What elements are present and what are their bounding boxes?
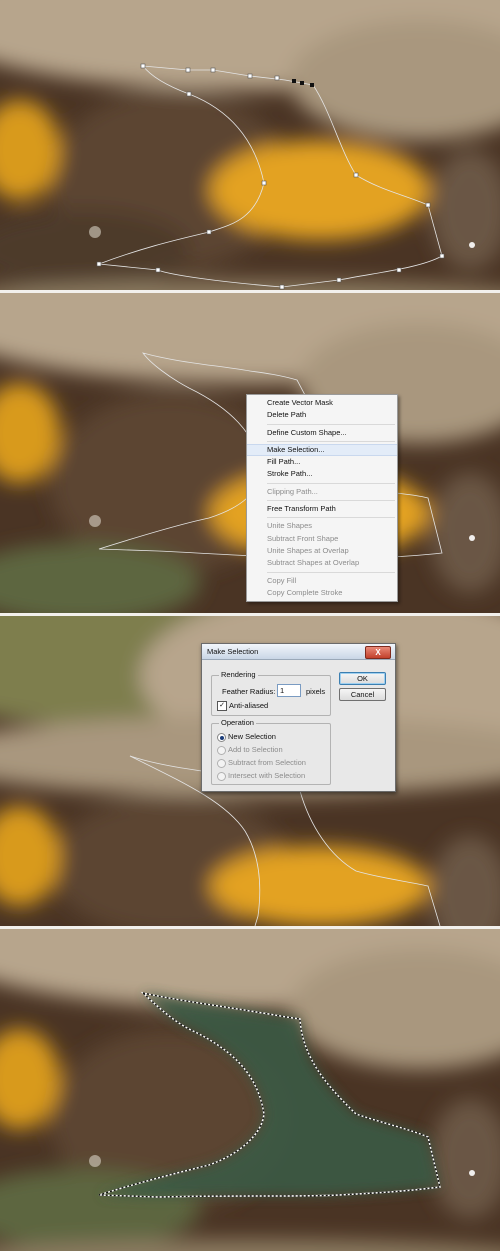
dialog-title: Make Selection [207, 647, 259, 656]
feather-radius-input[interactable]: 1 [277, 684, 301, 697]
feather-radius-label: Feather Radius: [222, 687, 276, 696]
panel-make-selection-dialog: Make Selection X Rendering Feather Radiu… [0, 616, 500, 926]
radio-icon [217, 746, 226, 755]
radio-label: Add to Selection [228, 745, 283, 754]
menu-separator [267, 482, 395, 484]
menu-separator [267, 500, 395, 502]
menu-item-unite-shapes[interactable]: Unite Shapes [247, 520, 397, 532]
menu-item-clipping-path[interactable]: Clipping Path... [247, 486, 397, 498]
radio-label: Subtract from Selection [228, 758, 306, 767]
dialog-title-bar[interactable]: Make Selection X [202, 644, 395, 660]
operation-group: Operation New Selection Add to Selection… [211, 718, 331, 785]
menu-item-unite-shapes-at-overlap[interactable]: Unite Shapes at Overlap [247, 545, 397, 557]
menu-item-fill-path[interactable]: Fill Path... [247, 456, 397, 468]
close-button[interactable]: X [365, 646, 391, 659]
panel-context-menu: Create Vector Mask Delete Path Define Cust… [0, 293, 500, 613]
radio-icon [217, 772, 226, 781]
operation-label: Operation [219, 718, 256, 727]
menu-item-delete-path[interactable]: Delete Path [247, 409, 397, 421]
ok-button[interactable]: OK [339, 672, 386, 685]
radio-selected-icon [217, 733, 226, 742]
checkmark-icon: ✓ [219, 702, 225, 709]
radio-label: Intersect with Selection [228, 771, 306, 780]
feather-unit-label: pixels [306, 687, 326, 696]
menu-item-free-transform-path[interactable]: Free Transform Path [247, 503, 397, 515]
radio-label: New Selection [228, 732, 276, 741]
photo-background [0, 0, 500, 290]
menu-separator [267, 571, 395, 573]
menu-item-stroke-path[interactable]: Stroke Path... [247, 468, 397, 480]
menu-separator [267, 440, 395, 442]
panel-path-anchors [0, 0, 500, 290]
menu-item-make-selection[interactable]: Make Selection... [247, 443, 397, 457]
menu-item-copy-fill[interactable]: Copy Fill [247, 575, 397, 587]
cancel-button[interactable]: Cancel [339, 688, 386, 701]
panel-selection-result [0, 929, 500, 1251]
menu-item-define-custom-shape[interactable]: Define Custom Shape... [247, 427, 397, 439]
context-menu: Create Vector Mask Delete Path Define Cust… [246, 394, 398, 603]
menu-item-subtract-front-shape[interactable]: Subtract Front Shape [247, 533, 397, 545]
photo-background [0, 929, 500, 1251]
anti-aliased-checkbox[interactable]: ✓ [217, 701, 227, 711]
menu-separator [267, 423, 395, 425]
menu-separator [267, 517, 395, 519]
make-selection-dialog: Make Selection X Rendering Feather Radiu… [201, 643, 396, 792]
menu-item-subtract-shapes-at-overlap[interactable]: Subtract Shapes at Overlap [247, 557, 397, 569]
rendering-group: Rendering Feather Radius: 1 pixels ✓ Ant… [211, 670, 331, 716]
rendering-label: Rendering [219, 670, 258, 679]
menu-item-copy-complete-stroke[interactable]: Copy Complete Stroke [247, 587, 397, 599]
menu-item-create-vector-mask[interactable]: Create Vector Mask [247, 397, 397, 409]
radio-icon [217, 759, 226, 768]
anti-aliased-label: Anti-aliased [229, 701, 269, 710]
